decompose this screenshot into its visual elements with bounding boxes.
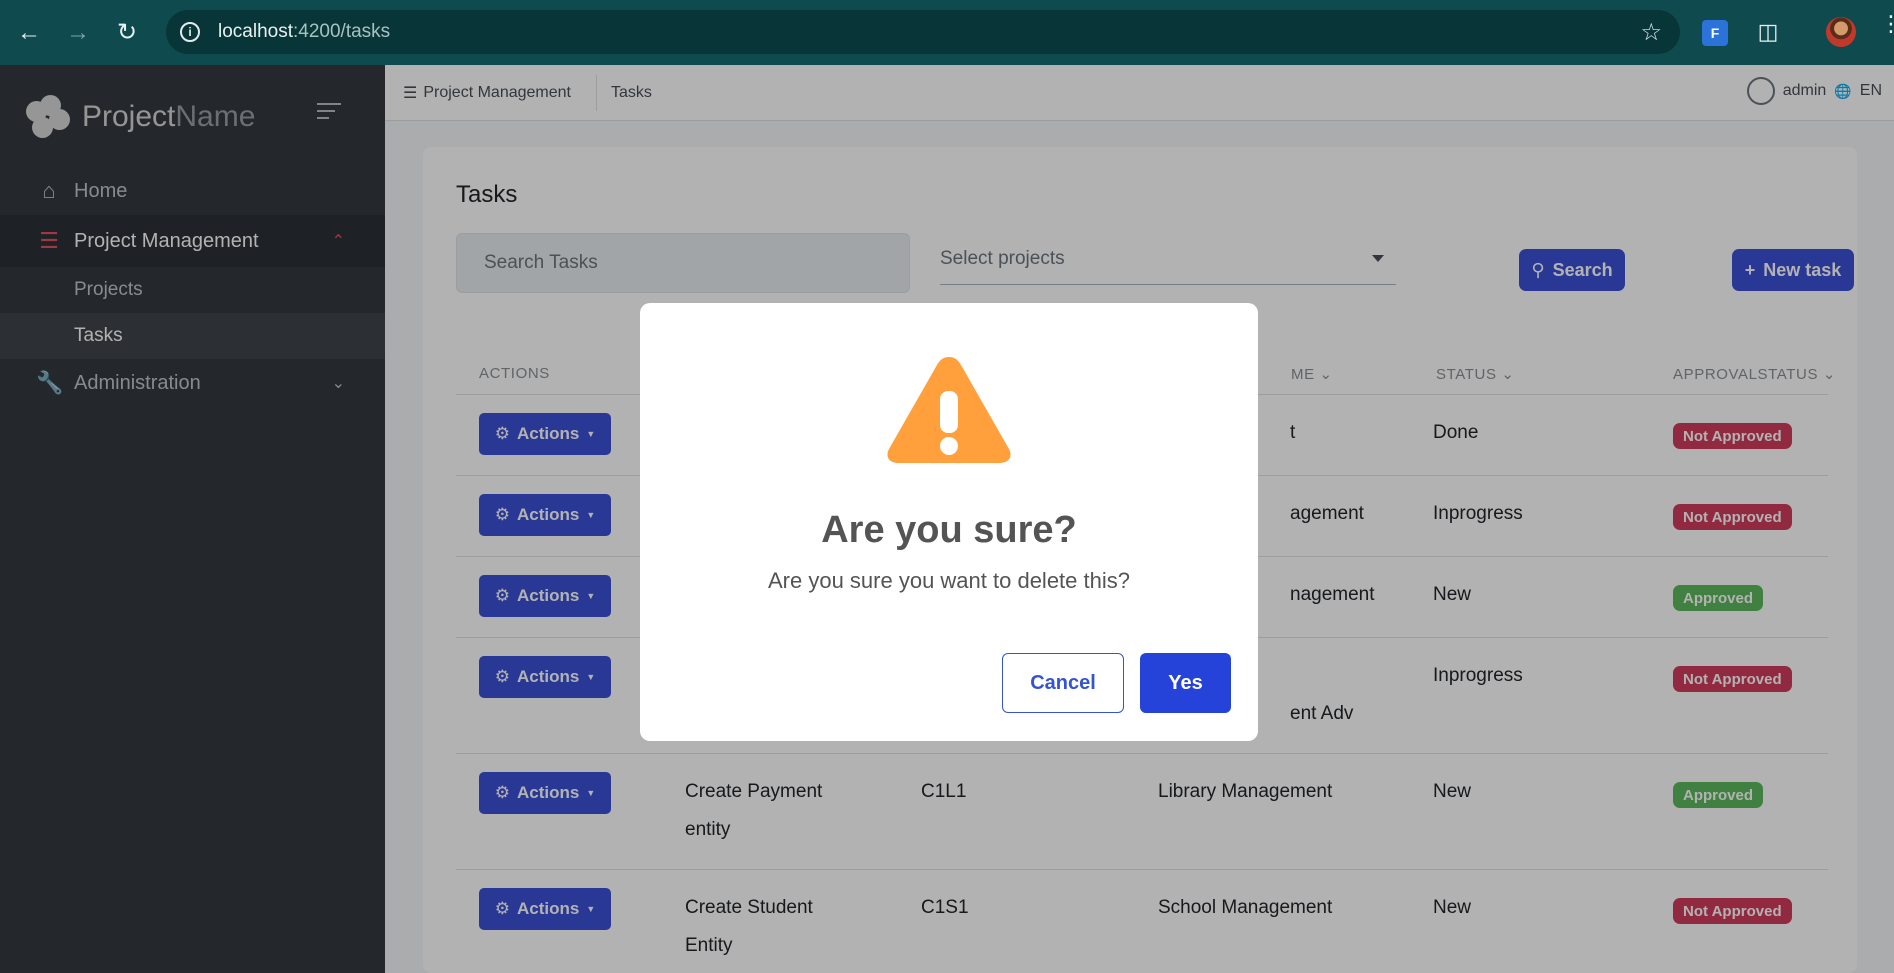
bookmark-star-icon[interactable]: ☆ — [1640, 18, 1662, 47]
cancel-button[interactable]: Cancel — [1002, 653, 1124, 713]
url-path: :4200/tasks — [293, 21, 391, 42]
url-host: localhost — [218, 21, 293, 42]
extension-label: F — [1710, 25, 1720, 41]
url-text: localhost:4200/tasks — [218, 21, 390, 43]
browser-menu-icon[interactable]: ⋮ — [1880, 13, 1894, 35]
back-arrow-icon[interactable]: ← — [9, 13, 49, 53]
browser-toolbar: ← → ↻ i localhost:4200/tasks ☆ F ◫ ⋮ — [0, 0, 1894, 65]
dialog-message: Are you sure you want to delete this? — [768, 568, 1130, 593]
reload-icon[interactable]: ↻ — [107, 13, 147, 53]
address-bar[interactable]: i localhost:4200/tasks ☆ — [166, 10, 1680, 54]
forward-arrow-icon[interactable]: → — [58, 13, 98, 53]
dialog-title: Are you sure? — [821, 509, 1077, 551]
warning-icon — [887, 357, 1011, 463]
extension-f-icon[interactable]: F — [1702, 20, 1728, 46]
confirm-delete-dialog: Are you sure? Are you sure you want to d… — [640, 303, 1258, 741]
extensions-puzzle-icon[interactable]: ◫ — [1754, 18, 1782, 46]
confirm-yes-button[interactable]: Yes — [1140, 653, 1231, 713]
site-info-icon[interactable]: i — [180, 22, 200, 42]
profile-avatar[interactable] — [1826, 17, 1856, 47]
